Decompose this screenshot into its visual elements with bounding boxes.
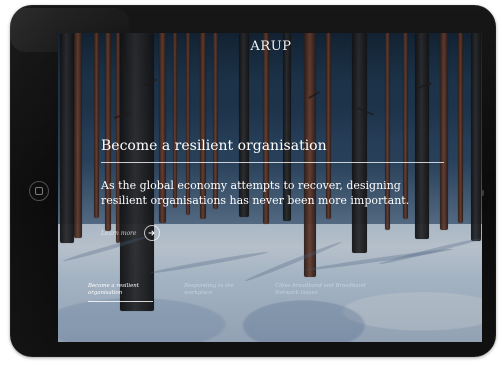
intro-text: As the global economy attempts to recove…	[101, 179, 410, 207]
tree-trunk	[352, 33, 367, 253]
bottom-navigation: Become a resilient organisation Respondi…	[88, 283, 388, 313]
nav-item-label: Responding to the workplace	[184, 283, 234, 296]
page-title: Become a resilient organisation	[101, 138, 327, 154]
app-screen: ARUP Become a resilient organisation As …	[58, 33, 482, 342]
tree-trunk	[471, 33, 481, 241]
title-divider	[101, 162, 444, 163]
nav-item-responding-workplace[interactable]: Responding to the workplace	[184, 283, 256, 297]
nav-item-resilient-organisation[interactable]: Become a resilient organisation	[88, 283, 158, 302]
nav-item-cities-broadband[interactable]: Cities broadband and Broadband Network I…	[275, 283, 370, 297]
tree-trunk	[458, 33, 463, 223]
tree-trunk	[304, 33, 316, 277]
learn-more-label: Learn more	[101, 229, 137, 237]
tablet-screenshot: ARUP Become a resilient organisation As …	[0, 0, 502, 365]
tree-trunk	[120, 33, 154, 311]
tree-trunk	[74, 33, 82, 238]
nav-item-label: Become a resilient organisation	[88, 283, 139, 296]
nav-item-label: Cities broadband and Broadband Network I…	[275, 283, 366, 296]
tree-trunk	[60, 33, 74, 243]
tree-trunk	[94, 33, 99, 218]
tree-trunk	[440, 33, 448, 230]
active-nav-underline	[88, 301, 153, 302]
brand-logo: ARUP	[250, 39, 292, 54]
tree-trunk	[415, 33, 429, 239]
arrow-right-icon	[144, 225, 161, 241]
home-button-icon[interactable]	[29, 181, 49, 201]
learn-more-button[interactable]: Learn more	[101, 223, 161, 243]
